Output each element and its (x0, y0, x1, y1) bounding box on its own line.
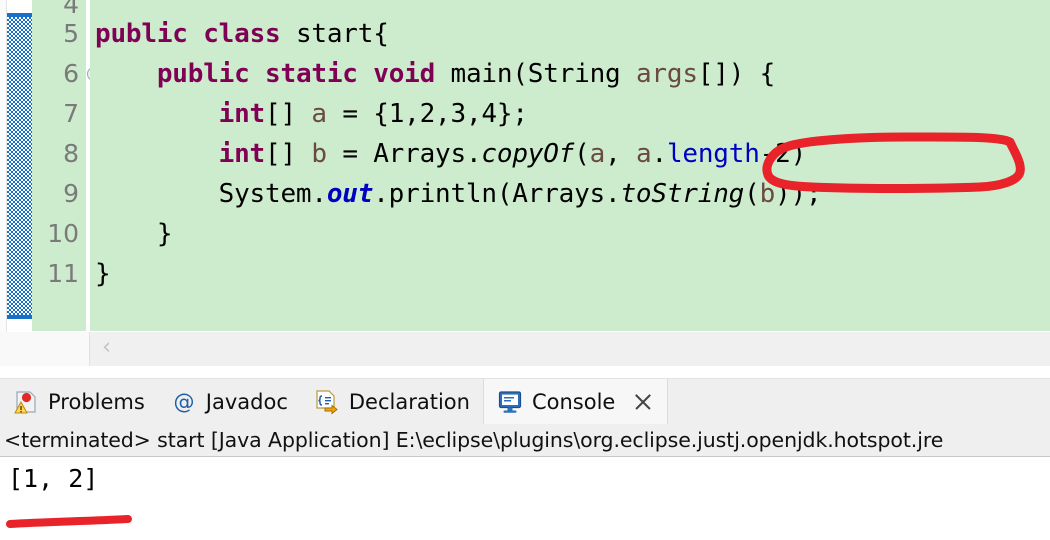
code-line[interactable]: int[] b = Arrays.copyOf(a, a.length-2) (90, 134, 821, 174)
code-token: public (95, 19, 188, 49)
tab-label: Console (531, 389, 616, 414)
code-token: a (636, 139, 652, 169)
console-view[interactable]: <terminated> start [Java Application] E:… (0, 424, 1050, 540)
code-line[interactable]: int[] a = {1,2,3,4}; (90, 94, 821, 134)
line-number-text: 5 (63, 19, 79, 48)
line-number: 6 (32, 54, 101, 94)
svg-text:@: @ (173, 390, 194, 414)
line-number-partial: 4 (32, 0, 88, 14)
tab-label: Declaration (348, 389, 470, 414)
code-token: 1,2,3,4 (388, 99, 497, 129)
code-line[interactable]: public class start{ (90, 14, 821, 54)
tab-label: Problems (48, 389, 145, 414)
code-token: System. (218, 179, 327, 209)
line-number: 7 (32, 94, 88, 134)
code-token: int (218, 99, 266, 129)
change-ruler-bottom-cap (7, 315, 32, 319)
code-token: main(String (435, 59, 636, 89)
code-text-area[interactable]: public class start{ public static void m… (90, 0, 1050, 331)
code-token: }; (496, 99, 528, 129)
code-token: [] (265, 139, 312, 169)
code-token: a (589, 139, 606, 169)
code-token: } (95, 259, 111, 289)
tab-label: Javadoc (205, 389, 288, 414)
problems-icon (13, 389, 39, 415)
code-token: , (605, 139, 636, 169)
javadoc-at-icon: @ (171, 389, 197, 415)
console-launch-label: <terminated> start [Java Application] E:… (4, 428, 944, 452)
change-ruler-top-cap (7, 13, 32, 17)
line-number: 5 (32, 14, 88, 54)
java-code-editor[interactable]: 4 5 6 7 8 9 10 11 public class start{ public st… (0, 0, 1050, 332)
code-token: -2) (759, 139, 807, 169)
code-token: static (265, 59, 358, 89)
line-number-text: 10 (47, 219, 79, 248)
code-token: start{ (280, 19, 389, 49)
console-output-line: [1, 2] (8, 464, 99, 493)
code-token: copyOf (481, 139, 575, 169)
line-number-text: 9 (63, 179, 79, 208)
tab-declaration[interactable]: Declaration (301, 379, 483, 424)
line-number-text: 11 (47, 259, 79, 288)
tab-javadoc[interactable]: @ Javadoc (158, 379, 301, 424)
code-token: toString (620, 179, 745, 209)
line-number-text: 7 (63, 99, 79, 128)
scrollbar-track[interactable]: ‹ (90, 332, 1050, 366)
code-line[interactable]: } (90, 214, 821, 254)
code-token: []) { (697, 59, 776, 89)
code-token: = Arrays. (326, 139, 482, 169)
editor-horizontal-scrollbar[interactable]: ‹ (0, 332, 1050, 366)
code-token: b (759, 179, 776, 209)
code-token: a (311, 99, 327, 129)
scroll-left-arrow-icon[interactable]: ‹ (102, 336, 120, 359)
code-line[interactable]: public static void main(String args[]) { (90, 54, 821, 94)
code-token: ( (744, 179, 760, 209)
line-number: 11 (32, 254, 88, 294)
line-number: 8 (32, 134, 88, 174)
code-token: b (311, 139, 327, 169)
close-icon[interactable] (632, 391, 654, 413)
code-token: out (326, 179, 374, 209)
line-number-gutter: 4 5 6 7 8 9 10 11 (32, 0, 101, 331)
editor-margin-strip (0, 0, 7, 332)
console-output-area[interactable]: [1, 2] (0, 457, 1050, 540)
bottom-view-tabbar[interactable]: Problems @ Javadoc Declaration Console (0, 378, 1050, 424)
code-line[interactable]: } (90, 254, 821, 294)
quick-diff-change-ruler[interactable] (7, 13, 32, 319)
tab-console[interactable]: Console (482, 379, 669, 424)
code-line-partial (90, 0, 821, 14)
code-token: public (156, 59, 250, 89)
code-token: void (373, 59, 436, 89)
code-token: class (203, 19, 281, 49)
code-token: = { (326, 99, 389, 129)
line-number-text: 8 (63, 139, 79, 168)
declaration-icon (314, 389, 340, 415)
scrollbar-left-pad (0, 332, 90, 366)
console-status-bar: <terminated> start [Java Application] E:… (0, 424, 1050, 457)
line-number-text: 6 (63, 59, 79, 88)
code-token: } (95, 219, 173, 249)
code-token: length (666, 139, 760, 169)
code-token: [] (265, 99, 312, 129)
code-token: . (651, 139, 667, 169)
line-number: 9 (32, 174, 88, 214)
tab-problems[interactable]: Problems (0, 379, 158, 424)
code-token: .println(Arrays. (373, 179, 621, 209)
code-token: ( (574, 139, 590, 169)
line-number: 10 (32, 214, 88, 254)
code-token: args (635, 59, 698, 89)
code-token: )); (775, 179, 822, 209)
code-line[interactable]: System.out.println(Arrays.toString(b)); (90, 174, 822, 214)
code-token: int (218, 139, 266, 169)
console-monitor-icon (497, 389, 523, 415)
eclipse-ide-window: 4 5 6 7 8 9 10 11 public class start{ public st… (0, 0, 1050, 540)
view-separator (0, 366, 1050, 378)
